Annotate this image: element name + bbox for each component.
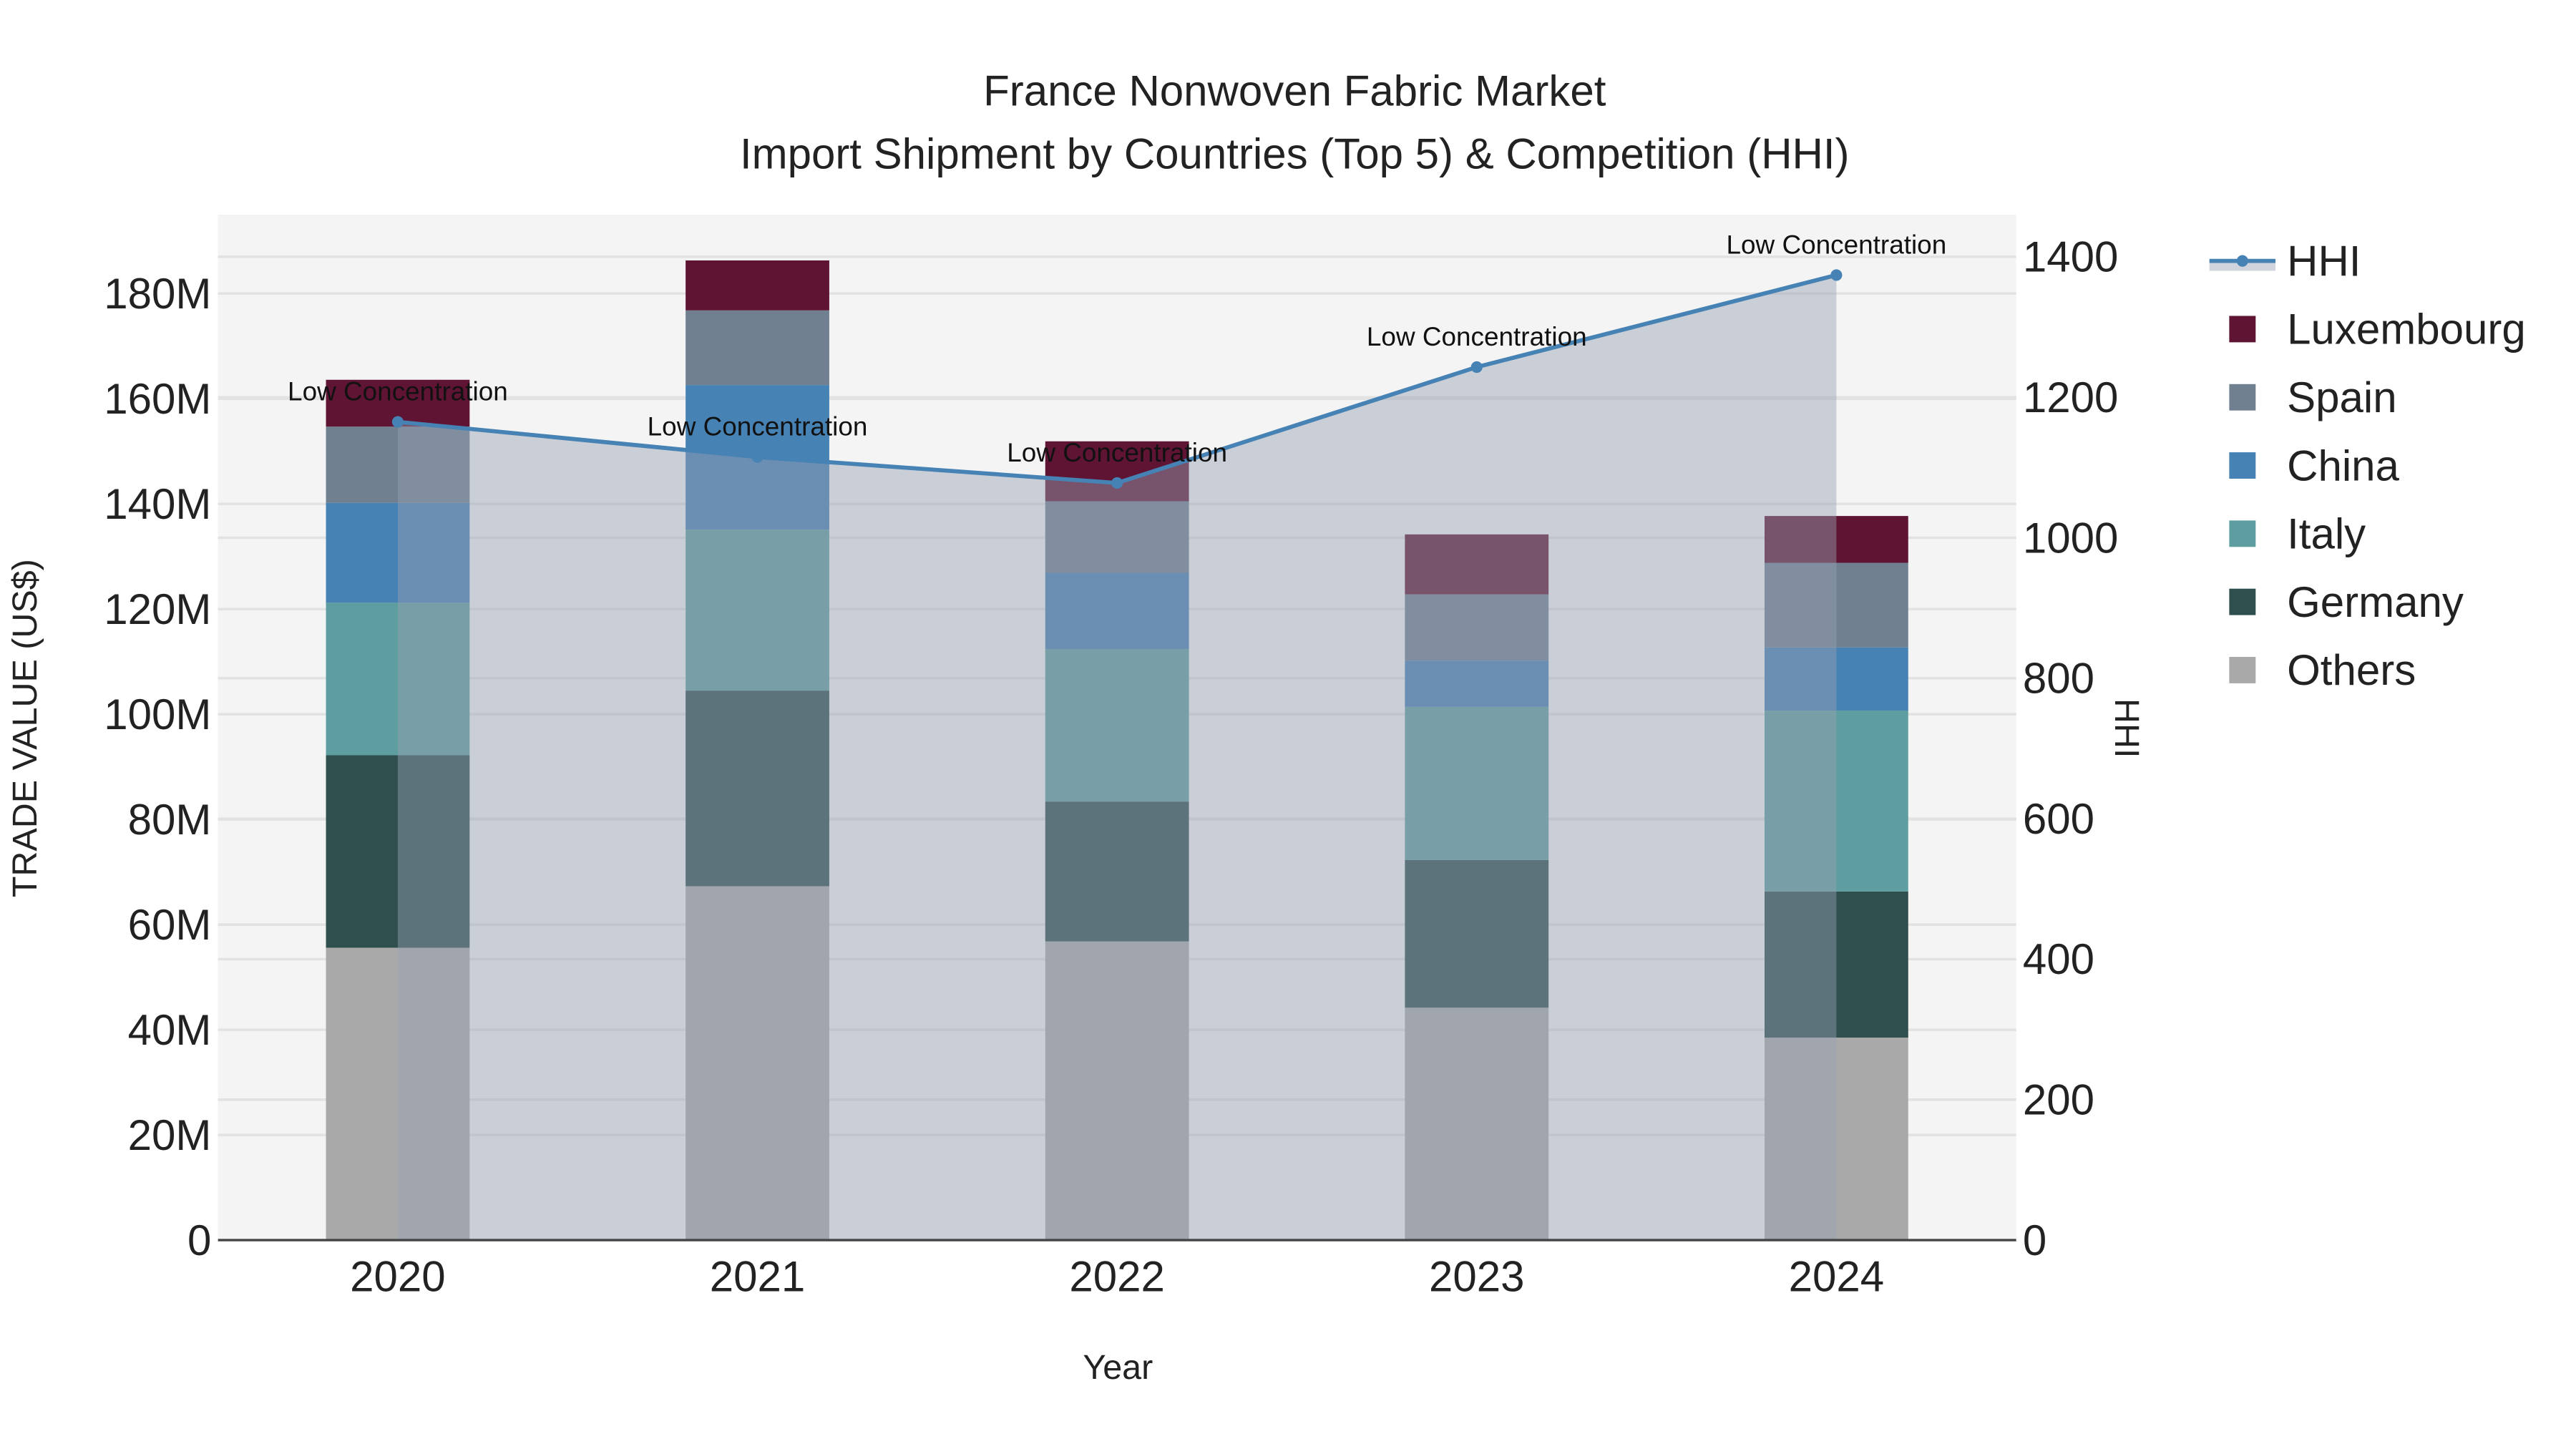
legend-label: HHI [2287, 237, 2361, 285]
x-tick-label: 2024 [1789, 1253, 1884, 1301]
y-tick-label: 160M [104, 375, 211, 423]
y2-tick-label: 0 [2023, 1216, 2046, 1264]
legend-label: China [2287, 441, 2399, 489]
y2-tick-label: 1200 [2023, 374, 2118, 421]
legend-label: Italy [2287, 510, 2366, 558]
y-tick-label: 20M [128, 1111, 212, 1159]
hhi-annotation: Low Concentration [288, 377, 508, 406]
x-tick-label: 2022 [1069, 1253, 1164, 1301]
legend-label: Luxembourg [2287, 306, 2526, 353]
hhi-annotation: Low Concentration [648, 412, 868, 441]
y-tick-label: 80M [128, 796, 212, 844]
legend-marker [2236, 255, 2248, 267]
legend-swatch [2229, 452, 2256, 479]
legend-label: Germany [2287, 578, 2464, 626]
y2-axis-title: HHI [2107, 698, 2146, 758]
y2-tick-label: 1400 [2023, 233, 2118, 281]
y2-tick-label: 800 [2023, 655, 2094, 703]
hhi-point-2020[interactable] [391, 416, 404, 428]
legend-swatch [2229, 384, 2256, 411]
y-tick-label: 140M [104, 480, 211, 528]
y2-tick-label: 200 [2023, 1076, 2094, 1124]
y2-tick-label: 400 [2023, 935, 2094, 983]
y-axis-title: TRADE VALUE (US$) [6, 559, 44, 897]
y-tick-label: 120M [104, 585, 211, 633]
chart-title: France Nonwoven Fabric Market [983, 67, 1606, 115]
y-tick-label: 60M [128, 901, 212, 949]
x-tick-label: 2023 [1429, 1253, 1524, 1301]
y-tick-label: 40M [128, 1006, 212, 1054]
legend-swatch [2229, 657, 2256, 683]
y-tick-label: 100M [104, 691, 211, 738]
bar-luxembourg-2021[interactable] [686, 260, 829, 311]
legend-label: Spain [2287, 374, 2396, 421]
legend-label: Others [2287, 646, 2416, 694]
chart-subtitle: Import Shipment by Countries (Top 5) & C… [740, 130, 1850, 177]
legend-swatch [2229, 316, 2256, 343]
y2-tick-label: 1000 [2023, 514, 2118, 562]
legend-swatch [2229, 520, 2256, 547]
hhi-point-2022[interactable] [1111, 477, 1123, 489]
x-axis-title: Year [1083, 1348, 1153, 1387]
x-tick-label: 2020 [350, 1253, 445, 1301]
hhi-point-2024[interactable] [1830, 269, 1843, 281]
chart: Low Concentration Low Concentration Low Co… [0, 0, 2576, 1449]
hhi-annotation: Low Concentration [1727, 230, 1947, 259]
y-tick-label: 0 [187, 1216, 211, 1264]
x-tick-label: 2021 [710, 1253, 805, 1301]
y2-tick-label: 600 [2023, 795, 2094, 843]
legend-swatch [2229, 588, 2256, 615]
hhi-annotation: Low Concentration [1367, 322, 1587, 351]
hhi-annotation: Low Concentration [1007, 438, 1227, 467]
bar-spain-2021[interactable] [686, 310, 829, 386]
y-tick-label: 180M [104, 270, 211, 318]
hhi-point-2021[interactable] [751, 451, 763, 463]
hhi-point-2023[interactable] [1470, 361, 1483, 374]
